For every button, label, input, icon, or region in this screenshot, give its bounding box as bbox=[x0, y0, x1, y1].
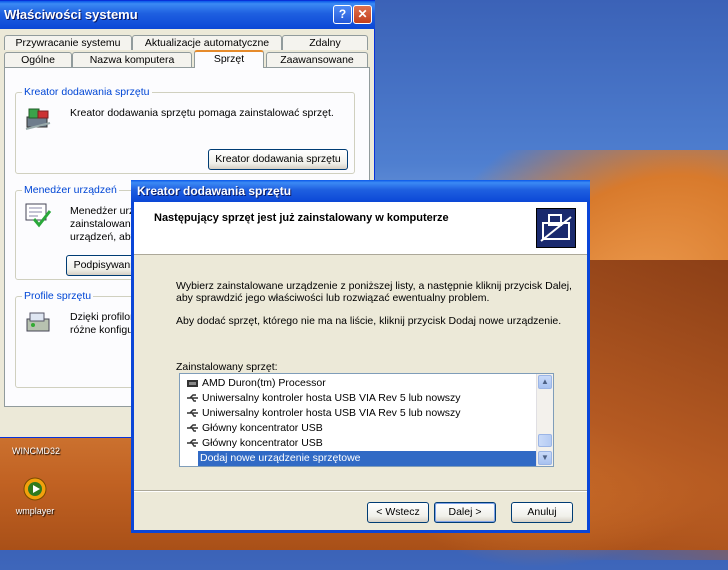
hardware-wizard-logo-icon bbox=[536, 208, 576, 248]
tab-general[interactable]: Ogólne bbox=[4, 52, 72, 67]
window-title: Kreator dodawania sprzętu bbox=[137, 184, 292, 198]
tab-hardware[interactable]: Sprzęt bbox=[194, 50, 264, 68]
processor-icon bbox=[187, 380, 198, 387]
list-scrollbar[interactable]: ▲ ▼ bbox=[536, 374, 553, 466]
list-item-selected[interactable]: Dodaj nowe urządzenie sprzętowe bbox=[198, 451, 537, 466]
next-button[interactable]: Dalej > bbox=[434, 502, 496, 523]
profiles-text-line: Dzięki profilom bbox=[70, 311, 139, 323]
group-legend: Menedżer urządzeń bbox=[22, 184, 119, 196]
scroll-down-button[interactable]: ▼ bbox=[538, 451, 552, 465]
desktop-icon-label: wmplayer bbox=[15, 506, 55, 516]
device-manager-text-line: zainstalowane bbox=[70, 218, 137, 230]
installed-hardware-label: Zainstalowany sprzęt: bbox=[176, 361, 278, 373]
add-hardware-wizard-window: Kreator dodawania sprzętu Następujący sp… bbox=[131, 180, 590, 533]
add-hardware-wizard-button[interactable]: Kreator dodawania sprzętu bbox=[208, 149, 348, 170]
tab-computer-name[interactable]: Nazwa komputera bbox=[72, 52, 192, 67]
back-button[interactable]: < Wstecz bbox=[367, 502, 429, 523]
hardware-wizard-icon bbox=[25, 108, 51, 130]
list-item-label: Główny koncentrator USB bbox=[202, 437, 323, 449]
group-legend: Kreator dodawania sprzętu bbox=[22, 86, 152, 98]
instruction-add-device: Aby dodać sprzęt, którego nie ma na liśc… bbox=[176, 315, 562, 327]
tab-row-top: Przywracanie systemu Aktualizacje automa… bbox=[4, 35, 370, 51]
desktop-icon-wmplayer[interactable]: wmplayer bbox=[10, 476, 60, 516]
instruction-line: Wybierz zainstalowane urządzenie z poniż… bbox=[176, 280, 572, 292]
group-add-hardware-wizard: Kreator dodawania sprzętu Kreator dodawa… bbox=[15, 86, 355, 174]
wizard-header: Następujący sprzęt jest już zainstalowan… bbox=[134, 202, 587, 255]
title-bar[interactable]: Kreator dodawania sprzętu bbox=[131, 180, 590, 202]
tab-system-restore[interactable]: Przywracanie systemu bbox=[4, 35, 132, 50]
device-manager-text-line: Menedżer urzą bbox=[70, 205, 141, 217]
scroll-thumb[interactable] bbox=[538, 434, 552, 447]
list-item[interactable]: AMD Duron(tm) Processor bbox=[182, 376, 537, 391]
close-button[interactable]: ✕ bbox=[353, 5, 372, 24]
instruction-line: aby sprawdzić jego właściwości lub rozwi… bbox=[176, 292, 490, 304]
title-bar[interactable]: Właściwości systemu ? ✕ bbox=[0, 1, 375, 29]
device-manager-icon bbox=[25, 203, 52, 228]
desktop-icon-wincmd[interactable]: WINCMD32 bbox=[12, 446, 60, 456]
footer-divider bbox=[134, 490, 587, 492]
list-item[interactable]: Uniwersalny kontroler hosta USB VIA Rev … bbox=[182, 391, 537, 406]
scroll-up-button[interactable]: ▲ bbox=[538, 375, 552, 389]
tab-advanced[interactable]: Zaawansowane bbox=[266, 52, 368, 67]
list-item-label: AMD Duron(tm) Processor bbox=[202, 377, 326, 389]
wizard-header-title: Następujący sprzęt jest już zainstalowan… bbox=[154, 212, 449, 224]
window-title: Właściwości systemu bbox=[4, 7, 138, 22]
hardware-profiles-icon bbox=[26, 312, 50, 332]
cancel-button[interactable]: Anuluj bbox=[511, 502, 573, 523]
list-item[interactable]: Uniwersalny kontroler hosta USB VIA Rev … bbox=[182, 406, 537, 421]
list-item-label: Uniwersalny kontroler hosta USB VIA Rev … bbox=[202, 407, 461, 419]
list-item[interactable]: Główny koncentrator USB bbox=[182, 421, 537, 436]
tab-automatic-updates[interactable]: Aktualizacje automatyczne bbox=[132, 35, 282, 50]
tab-remote[interactable]: Zdalny bbox=[282, 35, 368, 50]
installed-hardware-list[interactable]: AMD Duron(tm) Processor Uniwersalny kont… bbox=[179, 373, 554, 467]
media-player-icon bbox=[23, 477, 47, 501]
usb-icon bbox=[187, 439, 198, 447]
list-item-label: Uniwersalny kontroler hosta USB VIA Rev … bbox=[202, 392, 461, 404]
list-item[interactable]: Główny koncentrator USB bbox=[182, 436, 537, 451]
usb-icon bbox=[187, 394, 198, 402]
list-item-label: Dodaj nowe urządzenie sprzętowe bbox=[200, 452, 361, 464]
help-button[interactable]: ? bbox=[333, 5, 352, 24]
device-manager-text-line: urządzeń, aby bbox=[70, 231, 136, 243]
wizard-description: Kreator dodawania sprzętu pomaga zainsta… bbox=[70, 107, 334, 119]
list-item-label: Główny koncentrator USB bbox=[202, 422, 323, 434]
desktop-icon-label: WINCMD32 bbox=[12, 446, 61, 456]
tab-row-bottom: Ogólne Nazwa komputera Sprzęt Zaawansowa… bbox=[4, 50, 370, 68]
usb-icon bbox=[187, 424, 198, 432]
group-legend: Profile sprzętu bbox=[22, 290, 94, 302]
usb-icon bbox=[187, 409, 198, 417]
